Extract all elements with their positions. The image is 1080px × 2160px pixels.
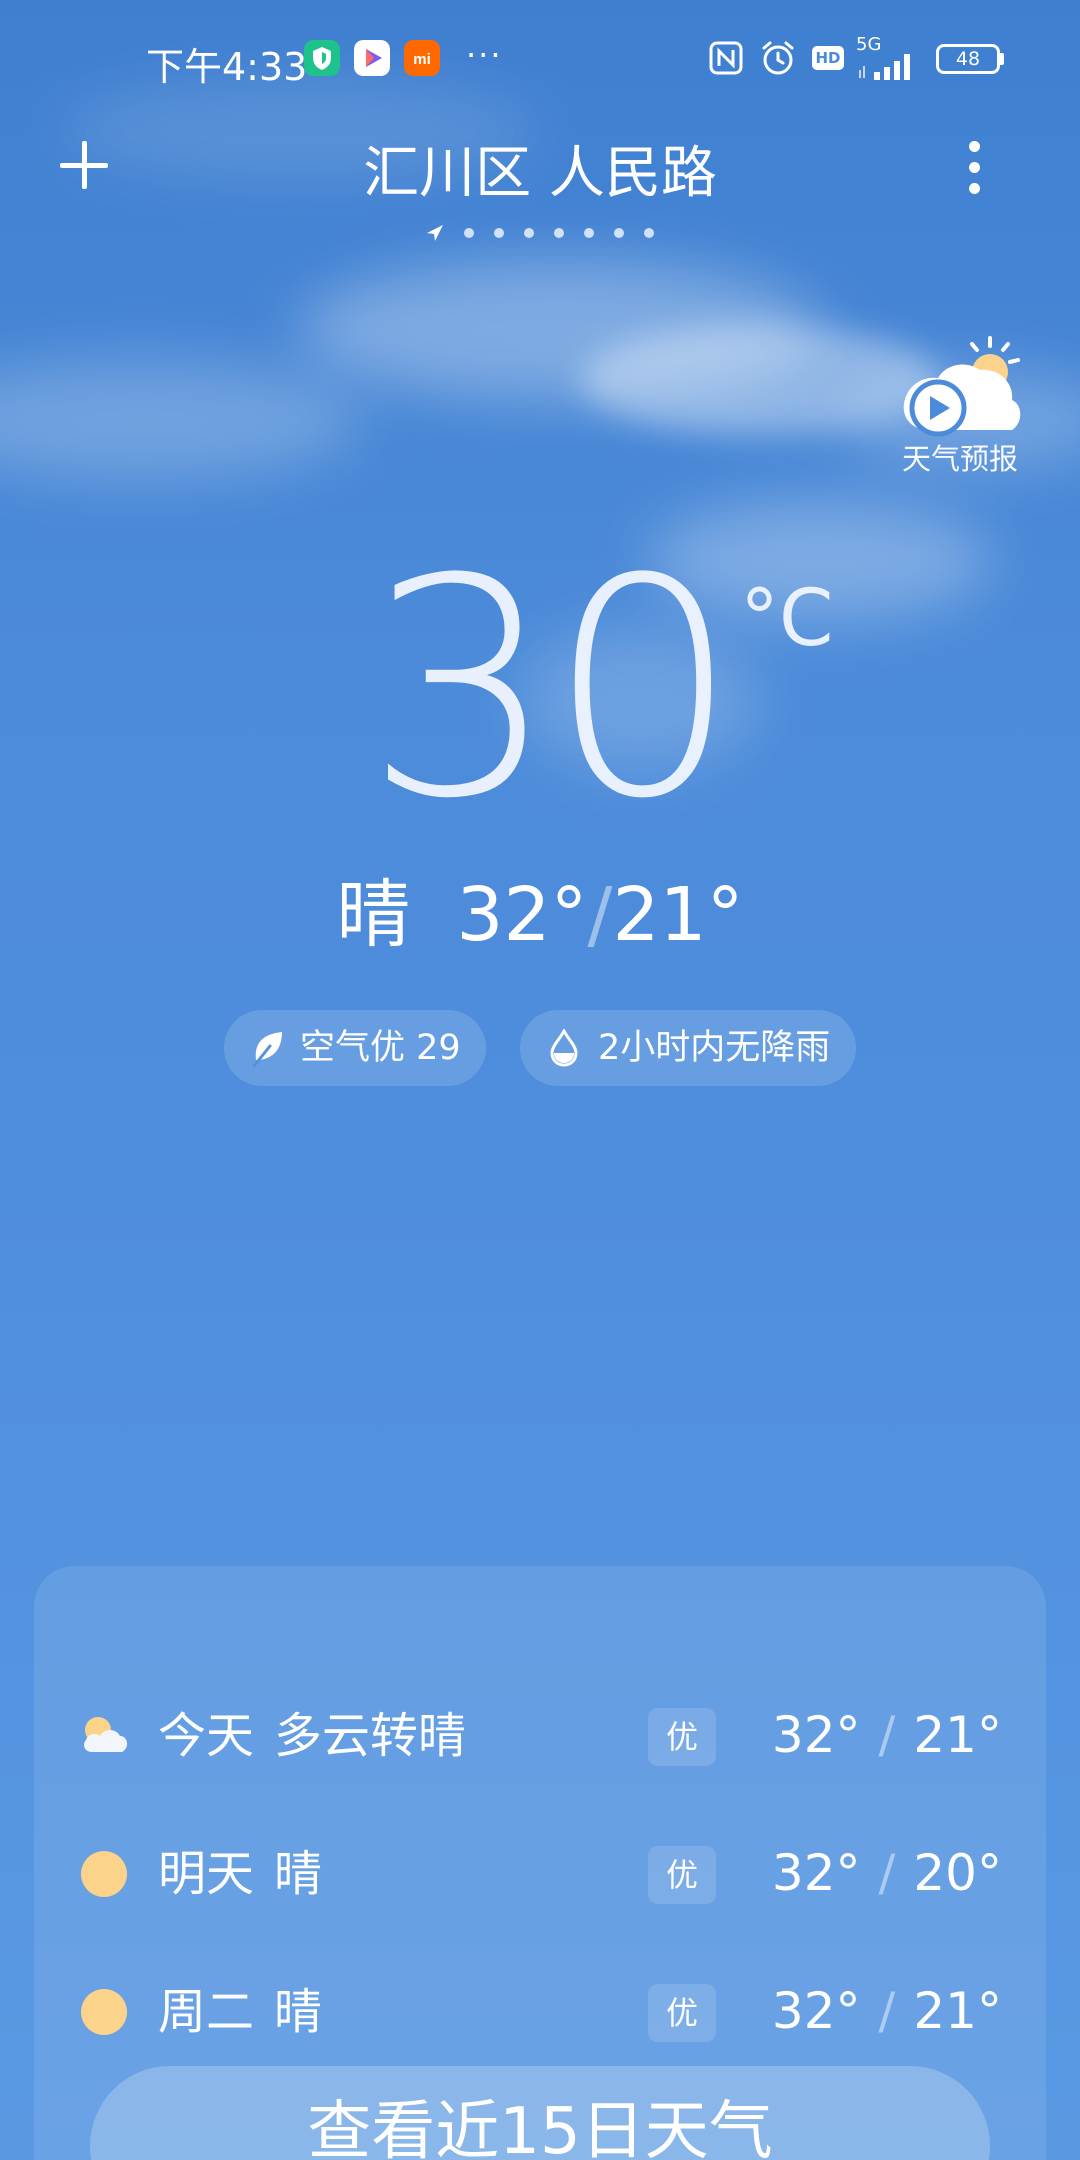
page-dot	[524, 228, 534, 238]
battery-level: 48	[955, 48, 981, 70]
current-condition-row: 晴 32°/21°	[0, 870, 1080, 960]
status-time: 下午4:33	[146, 45, 308, 89]
forecast-high: 32°	[771, 1706, 861, 1764]
leaf-icon	[252, 1032, 282, 1068]
status-bar: 下午4:33 mi ··· HD 5G 48	[0, 0, 1080, 120]
forecast-separator: /	[878, 1982, 896, 2040]
forecast-condition: 多云转晴	[274, 1708, 467, 1764]
location-title[interactable]: 汇川区 人民路	[0, 128, 1080, 209]
signal-icon	[859, 54, 910, 80]
forecast-low: 21°	[913, 1706, 1002, 1764]
page-dot	[494, 228, 504, 238]
more-notifications-indicator: ···	[466, 36, 503, 74]
forecast-temps: 32° / 20°	[772, 1842, 1002, 1904]
forecast-condition: 晴	[274, 1984, 323, 2040]
forecast-aqi-badge: 优	[648, 1984, 716, 2042]
current-temperature: 30	[365, 515, 739, 864]
forecast-row-tuesday[interactable]: 周二 晴 优 32° / 21°	[34, 1952, 1046, 2072]
page-dot	[644, 228, 654, 238]
air-quality-label: 空气优 29	[300, 1028, 461, 1068]
raindrop-icon	[550, 1029, 578, 1067]
svg-text:mi: mi	[413, 51, 431, 68]
forecast-low: 21°	[913, 1982, 1002, 2040]
weather-video-label[interactable]: 天气预报	[880, 436, 1040, 478]
hd-badge: HD	[812, 46, 844, 70]
temp-separator: /	[587, 872, 613, 958]
forecast-row-today[interactable]: 今天 多云转晴 优 32° / 21°	[34, 1676, 1046, 1796]
forecast-separator: /	[878, 1706, 896, 1764]
forecast-high: 32°	[771, 1844, 861, 1902]
forecast-aqi-badge: 优	[648, 1846, 716, 1904]
more-options-button[interactable]	[960, 138, 990, 198]
forecast-high: 32°	[771, 1982, 861, 2040]
partly-cloudy-icon	[84, 1717, 128, 1752]
security-app-icon	[304, 40, 340, 76]
forecast-aqi-badge: 优	[648, 1708, 716, 1766]
view-15-day-button[interactable]: 查看近15日天气	[90, 2066, 990, 2160]
current-condition: 晴	[336, 872, 411, 958]
rain-forecast-label: 2小时内无降雨	[598, 1028, 831, 1068]
today-low: 21°	[612, 872, 744, 958]
forecast-condition: 晴	[274, 1846, 323, 1902]
mi-app-icon: mi	[404, 40, 440, 76]
page-dot	[554, 228, 564, 238]
play-app-icon	[354, 40, 390, 76]
location-arrow-icon	[427, 225, 443, 241]
page-dot	[464, 228, 474, 238]
forecast-day: 明天	[158, 1846, 255, 1902]
battery-tip	[1000, 53, 1004, 65]
rain-forecast-chip[interactable]: 2小时内无降雨	[520, 1010, 856, 1086]
sun-icon	[81, 1989, 127, 2035]
page-dot	[584, 228, 594, 238]
nfc-icon	[709, 41, 743, 75]
alarm-icon	[762, 41, 794, 75]
page-dot	[614, 228, 624, 238]
weather-screen: 下午4:33 mi ··· HD 5G 48 汇川区 人民路 天气预报 30 °…	[0, 0, 1080, 2160]
sun-icon	[81, 1851, 127, 1897]
forecast-row-tomorrow[interactable]: 明天 晴 优 32° / 20°	[34, 1814, 1046, 1934]
page-indicator	[424, 222, 664, 242]
air-quality-chip[interactable]: 空气优 29	[224, 1010, 486, 1086]
forecast-day: 今天	[158, 1708, 255, 1764]
today-high: 32°	[456, 872, 588, 958]
forecast-temps: 32° / 21°	[772, 1980, 1002, 2042]
forecast-low: 20°	[913, 1844, 1002, 1902]
forecast-day: 周二	[158, 1984, 255, 2040]
hd-label: HD	[815, 49, 841, 67]
forecast-separator: /	[878, 1844, 896, 1902]
temperature-unit: °C	[740, 574, 834, 664]
forecast-temps: 32° / 21°	[772, 1704, 1002, 1766]
view-15-day-label: 查看近15日天气	[307, 2095, 773, 2160]
battery-icon: 48	[936, 44, 1000, 74]
